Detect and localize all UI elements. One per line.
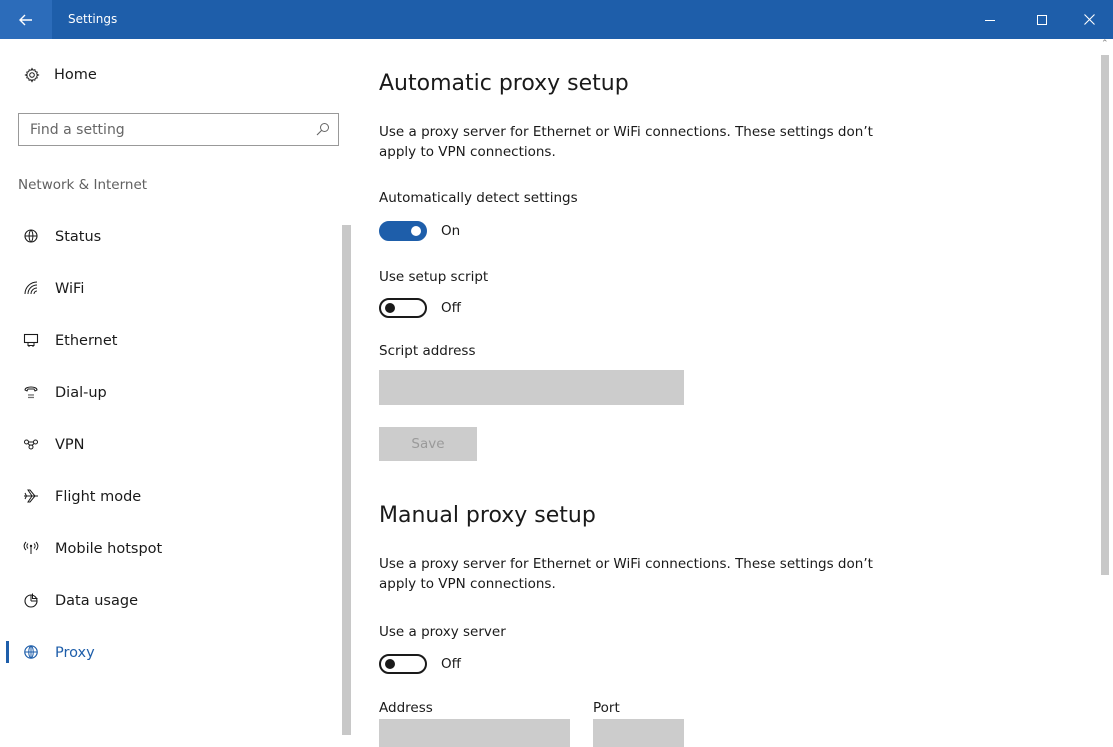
maximize-button[interactable] [1018,0,1066,39]
search-box[interactable] [18,113,339,146]
setup-script-toggle[interactable]: Off [379,298,461,318]
manual-proxy-heading: Manual proxy setup [379,503,596,528]
toggle-state: Off [441,300,461,316]
automatic-proxy-heading: Automatic proxy setup [379,71,629,96]
setup-script-label: Use setup script [379,269,489,285]
use-proxy-toggle[interactable]: Off [379,654,461,674]
close-icon [1083,14,1095,25]
search-input[interactable] [19,114,289,145]
detect-settings-label: Automatically detect settings [379,190,578,206]
main-scroll-thumb[interactable] [1101,55,1109,575]
sidebar-item-label: Status [55,229,102,245]
proxy-address-field[interactable] [379,719,570,747]
search-icon [316,123,329,136]
home-link[interactable]: Home [24,67,97,83]
proxy-port-field[interactable] [593,719,684,747]
maximize-icon [1037,14,1047,25]
toggle-state: On [441,223,461,239]
script-address-label: Script address [379,343,476,359]
gear-icon [24,67,40,83]
sidebar-item-label: Mobile hotspot [55,541,163,557]
dialup-icon [22,383,40,401]
sidebar-item-label: WiFi [55,281,85,297]
toggle-state: Off [441,656,461,672]
minimize-button[interactable] [966,0,1014,39]
sidebar-item-label: Ethernet [55,333,118,349]
active-indicator [6,641,9,663]
port-label: Port [593,700,620,716]
sidebar-item-ethernet[interactable]: Ethernet [0,315,340,367]
sidebar-item-proxy[interactable]: Proxy [0,627,340,679]
toggle-knob [385,659,395,669]
automatic-description: Use a proxy server for Ethernet or WiFi … [379,124,873,160]
sidebar-item-data-usage[interactable]: Data usage [0,575,340,627]
wifi-icon [22,279,40,297]
address-label: Address [379,700,433,716]
main-scrollbar[interactable]: ⌃ [1097,39,1113,747]
sidebar-item-label: Data usage [55,593,138,609]
toggle-track[interactable] [379,221,427,241]
sidebar-scroll-thumb[interactable] [342,225,351,735]
title-bar: Settings [0,0,1113,39]
window-title: Settings [68,12,118,26]
vpn-icon [22,435,40,453]
sidebar: Home Network & Internet Status WiFi Ethe… [0,39,356,747]
detect-settings-toggle[interactable]: On [379,221,460,241]
back-button[interactable] [0,0,52,39]
airplane-icon [22,487,40,505]
home-label: Home [54,67,97,83]
save-button[interactable]: Save [379,427,477,461]
globe-status-icon [22,227,40,245]
data-usage-icon [22,591,40,609]
scroll-up-icon[interactable]: ⌃ [1101,39,1109,49]
toggle-track[interactable] [379,654,427,674]
close-button[interactable] [1065,0,1113,39]
sidebar-item-label: Dial-up [55,385,107,401]
sidebar-item-flight-mode[interactable]: Flight mode [0,471,340,523]
sidebar-item-dialup[interactable]: Dial-up [0,367,340,419]
sidebar-scrollbar[interactable] [340,209,352,747]
use-proxy-label: Use a proxy server [379,624,506,640]
sidebar-item-status[interactable]: Status [0,211,340,263]
manual-description: Use a proxy server for Ethernet or WiFi … [379,556,873,592]
sidebar-item-mobile-hotspot[interactable]: Mobile hotspot [0,523,340,575]
sidebar-item-label: Flight mode [55,489,142,505]
sidebar-item-vpn[interactable]: VPN [0,419,340,471]
globe-icon [22,643,40,661]
sidebar-item-label: VPN [55,437,85,453]
minimize-icon [985,19,995,21]
sidebar-item-wifi[interactable]: WiFi [0,263,340,315]
hotspot-icon [22,539,40,557]
main-content: Automatic proxy setup Use a proxy server… [356,39,1096,747]
toggle-track[interactable] [379,298,427,318]
toggle-knob [411,226,421,236]
back-arrow-icon [19,14,32,25]
ethernet-icon [22,331,40,349]
toggle-knob [385,303,395,313]
section-header: Network & Internet [18,177,148,193]
sidebar-nav: Status WiFi Ethernet Dial-up VPN Flight … [0,211,340,679]
sidebar-item-label: Proxy [55,645,95,661]
script-address-field[interactable] [379,370,684,405]
